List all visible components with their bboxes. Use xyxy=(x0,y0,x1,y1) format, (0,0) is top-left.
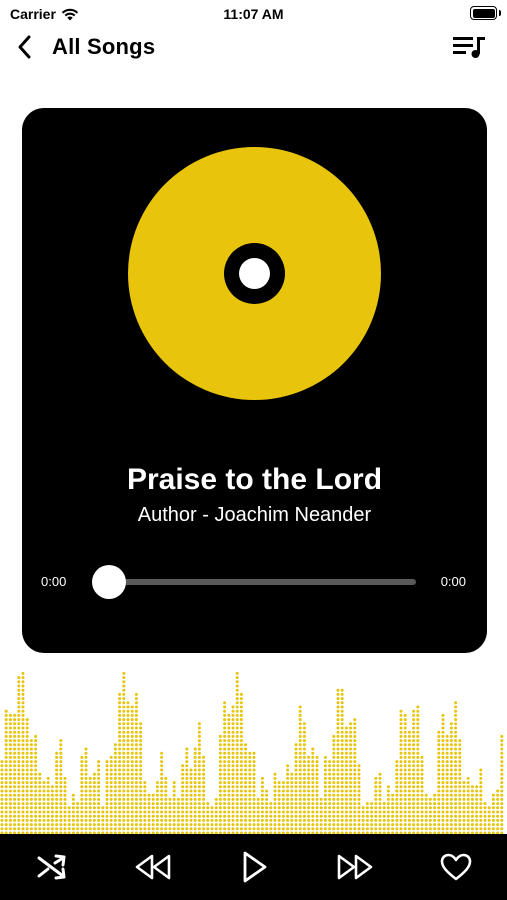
queue-button[interactable] xyxy=(451,32,487,62)
heart-icon xyxy=(440,853,472,881)
shuffle-icon xyxy=(37,854,66,880)
chevron-left-icon xyxy=(14,30,40,64)
rewind-button[interactable] xyxy=(133,847,173,887)
status-bar: Carrier 11:07 AM xyxy=(0,0,507,28)
shuffle-button[interactable] xyxy=(32,847,72,887)
playlist-music-icon xyxy=(453,37,485,58)
nav-bar: All Songs xyxy=(0,28,507,66)
player-card: Praise to the Lord Author - Joachim Nean… xyxy=(22,108,487,653)
page-title: All Songs xyxy=(52,34,156,59)
fast-forward-icon xyxy=(337,854,373,880)
play-button[interactable] xyxy=(234,847,274,887)
music-player-screen: Carrier 11:07 AM All Songs Praise to the… xyxy=(0,0,507,900)
rewind-icon xyxy=(135,854,171,880)
back-button[interactable]: All Songs xyxy=(14,30,155,64)
song-author: Author - Joachim Neander xyxy=(137,504,372,526)
disc-center-ring xyxy=(224,243,285,304)
favorite-button[interactable] xyxy=(436,847,476,887)
disc-center-hole xyxy=(239,258,270,289)
playback-controls xyxy=(0,834,507,900)
battery-icon xyxy=(470,6,497,20)
seek-bar-thumb[interactable] xyxy=(92,565,126,599)
album-disc xyxy=(128,147,381,400)
seek-bar-track[interactable] xyxy=(110,579,416,585)
fast-forward-button[interactable] xyxy=(335,847,375,887)
song-title: Praise to the Lord xyxy=(126,463,383,496)
status-time: 11:07 AM xyxy=(223,6,284,22)
audio-visualizer xyxy=(0,671,504,835)
current-time: 0:00 xyxy=(41,574,67,589)
play-icon xyxy=(243,851,267,883)
total-time: 0:00 xyxy=(440,574,466,589)
